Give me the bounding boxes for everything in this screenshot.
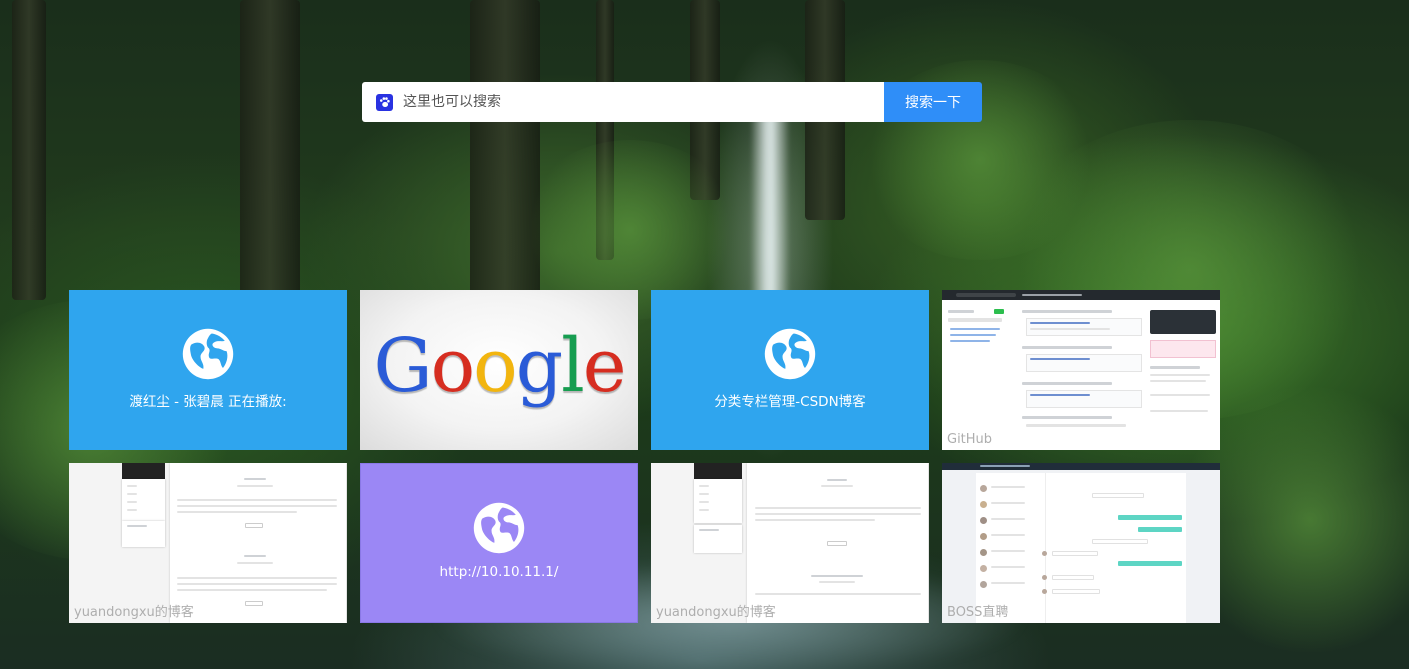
globe-icon: [764, 328, 816, 380]
chat-thumbnail: [942, 463, 1220, 623]
globe-icon: [473, 502, 525, 554]
google-logo: Google: [373, 323, 626, 409]
globe-icon: [182, 328, 234, 380]
search-bar: 搜索一下: [362, 82, 982, 122]
baidu-paw-icon: [376, 93, 393, 111]
tile-title: yuandongxu的博客: [656, 605, 776, 620]
tile-title: GitHub: [947, 432, 993, 447]
tile-title: http://10.10.11.1/: [439, 564, 559, 580]
blog-thumbnail: [69, 463, 347, 623]
tile-local-ip[interactable]: http://10.10.11.1/: [360, 463, 638, 623]
tile-blog-2[interactable]: yuandongxu的博客: [651, 463, 929, 623]
speed-dial-grid: 渡红尘 - 张碧晨 正在播放: Google 分类专栏管理-CSDN博客 Git…: [69, 290, 1221, 623]
tile-title: 渡红尘 - 张碧晨 正在播放:: [129, 394, 287, 410]
tile-google[interactable]: Google: [360, 290, 638, 450]
tile-github[interactable]: GitHub: [942, 290, 1220, 450]
tile-boss[interactable]: BOSS直聘: [942, 463, 1220, 623]
tile-title: yuandongxu的博客: [74, 605, 194, 620]
github-thumbnail: [942, 290, 1220, 450]
tile-csdn[interactable]: 分类专栏管理-CSDN博客: [651, 290, 929, 450]
tile-blog[interactable]: yuandongxu的博客: [69, 463, 347, 623]
tile-title: 分类专栏管理-CSDN博客: [714, 394, 866, 410]
tile-title: BOSS直聘: [947, 605, 1009, 620]
tile-music[interactable]: 渡红尘 - 张碧晨 正在播放:: [69, 290, 347, 450]
blog-thumbnail: [651, 463, 929, 623]
search-button[interactable]: 搜索一下: [884, 82, 982, 122]
search-box: [362, 82, 884, 122]
search-input[interactable]: [403, 94, 863, 110]
